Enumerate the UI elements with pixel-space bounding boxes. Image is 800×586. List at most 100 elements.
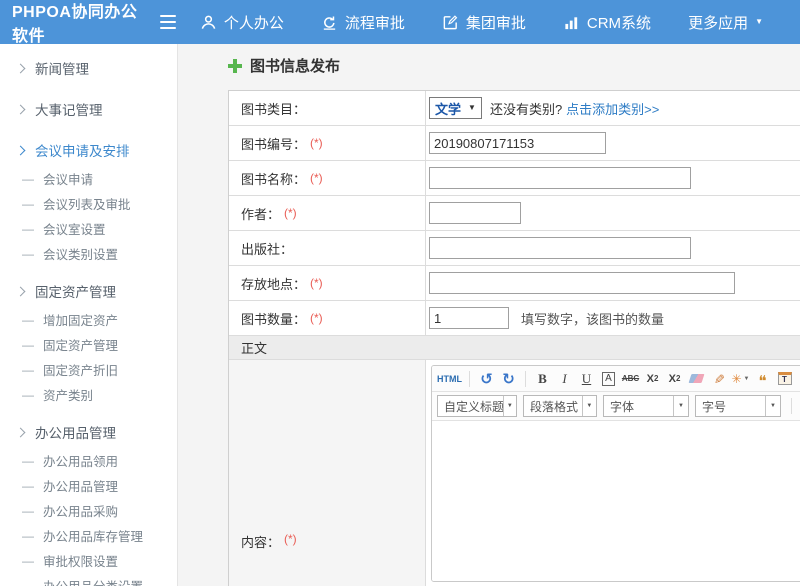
category-select[interactable]: 文学 ▼ [429, 97, 482, 119]
html-source-button[interactable]: HTML [437, 369, 462, 389]
dash-icon: — [22, 388, 34, 402]
book-publish-form: 图书类目： 文学 ▼ 还没有类别? 点击添加类别>> 图书编号： (*) [228, 90, 800, 586]
add-category-link[interactable]: 点击添加类别>> [566, 99, 659, 118]
quantity-hint: 填写数字，该图书的数量 [521, 309, 664, 328]
quantity-label: 图书数量： (*) [229, 301, 426, 335]
rich-text-editor: HTML ↺ ↻ B I U A ABC X2 X2 ✎ [431, 365, 800, 582]
sidebar-item-supplies-inventory[interactable]: —办公用品库存管理 [0, 523, 177, 548]
sidebar-item-meeting-apply[interactable]: —会议申请 [0, 166, 177, 191]
sidebar-item-supplies-classification[interactable]: —办公用品分类设置 [0, 573, 177, 586]
sidebar-item-label: 会议室设置 [43, 219, 106, 238]
caret-down-icon: ▼ [673, 396, 688, 416]
add-icon [228, 59, 242, 73]
dash-icon: — [22, 363, 34, 377]
sidebar-item-supplies-mgmt[interactable]: — 办公用品管理 [0, 473, 177, 498]
sidebar-item-label: 办公用品库存管理 [43, 526, 143, 545]
format-brush-button[interactable]: ✎ [709, 369, 729, 388]
dash-icon: — [22, 247, 34, 261]
dash-icon: — [22, 554, 34, 568]
bold-button[interactable]: B [533, 369, 552, 389]
sidebar-item-label: 资产类别 [43, 385, 93, 404]
sidebar-item-label: 固定资产管理 [35, 281, 116, 301]
dash-icon: — [22, 172, 34, 186]
caret-down-icon: ▼ [755, 18, 763, 26]
color-sparkle-icon: ✳ [731, 372, 741, 386]
sidebar-item-label: 办公用品管理 [35, 422, 116, 442]
publisher-input[interactable] [429, 237, 691, 259]
quantity-input[interactable] [429, 307, 509, 329]
chevron-right-icon [16, 63, 26, 73]
editor-toolbar-row1: HTML ↺ ↻ B I U A ABC X2 X2 ✎ [432, 366, 800, 392]
underline-button[interactable]: U [577, 369, 596, 389]
sidebar-item-supplies-purchase[interactable]: —办公用品采购 [0, 498, 177, 523]
menu-toggle-icon[interactable] [160, 11, 175, 33]
dash-icon: — [22, 313, 34, 327]
paragraph-format-select[interactable]: 段落格式 ▼ [523, 395, 597, 417]
editor-content-area[interactable] [432, 421, 800, 581]
location-label: 存放地点： (*) [229, 266, 426, 300]
sidebar-item-meeting-request[interactable]: 会议申请及安排 [0, 134, 177, 166]
category-hint: 还没有类别? [490, 99, 562, 118]
author-input[interactable] [429, 202, 521, 224]
crm-chart-icon [563, 14, 580, 31]
form-row-content: 内容： (*) HTML ↺ ↻ B I U A ABC [229, 360, 800, 586]
redo-icon[interactable]: ↻ [499, 369, 518, 389]
boxed-text-button[interactable]: A [599, 369, 618, 389]
content-label: 内容： (*) [229, 360, 426, 586]
nav-more-apps[interactable]: 更多应用 ▼ [688, 12, 763, 33]
required-mark: (*) [310, 311, 323, 325]
author-label: 作者： (*) [229, 196, 426, 230]
sidebar-item-asset-mgmt[interactable]: —固定资产管理 [0, 332, 177, 357]
sidebar-item-fixed-assets[interactable]: 固定资产管理 [0, 275, 177, 307]
toolbar-separator [469, 371, 470, 387]
publisher-label: 出版社： [229, 231, 426, 265]
dash-icon: — [22, 579, 34, 586]
chevron-right-icon [16, 286, 26, 296]
nav-group-approval[interactable]: 集团审批 [442, 12, 526, 33]
custom-heading-select[interactable]: 自定义标题 ▼ [437, 395, 517, 417]
book-code-input[interactable] [429, 132, 606, 154]
category-selected-value: 文学 [435, 99, 461, 118]
sidebar-item-meeting-list[interactable]: —会议列表及审批 [0, 191, 177, 216]
sidebar-item-approval-permission[interactable]: —审批权限设置 [0, 548, 177, 573]
font-family-select[interactable]: 字体 ▼ [603, 395, 689, 417]
nav-process-approval[interactable]: 流程审批 [321, 12, 405, 33]
sidebar-item-label: 办公用品管理 [43, 476, 118, 495]
chevron-right-icon [16, 427, 26, 437]
italic-button[interactable]: I [555, 369, 574, 389]
eraser-button[interactable] [687, 369, 706, 389]
paste-text-button[interactable]: T [775, 369, 794, 389]
sidebar-item-label: 增加固定资产 [43, 310, 118, 329]
dash-icon: — [22, 454, 34, 468]
sidebar-item-office-supplies[interactable]: 办公用品管理 [0, 416, 177, 448]
nav-personal-office[interactable]: 个人办公 [200, 12, 284, 33]
superscript-button[interactable]: X2 [643, 369, 662, 389]
form-row-location: 存放地点： (*) [229, 266, 800, 301]
form-row-quantity: 图书数量： (*) 填写数字，该图书的数量 [229, 301, 800, 336]
sidebar-item-label: 固定资产管理 [43, 335, 118, 354]
subscript-button[interactable]: X2 [665, 369, 684, 389]
undo-icon[interactable]: ↺ [477, 369, 496, 389]
blockquote-button[interactable]: ❝ [753, 369, 772, 389]
sidebar-item-asset-depreciation[interactable]: —固定资产折旧 [0, 357, 177, 382]
page-title: 图书信息发布 [228, 55, 340, 76]
dash-icon: — [22, 479, 34, 493]
sidebar-item-events-mgmt[interactable]: 大事记管理 [0, 93, 177, 125]
eraser-icon [689, 374, 705, 383]
font-size-select[interactable]: 字号 ▼ [695, 395, 781, 417]
editor-toolbar-row2: 自定义标题 ▼ 段落格式 ▼ 字体 ▼ 字号 ▼ [432, 392, 800, 421]
sidebar-item-news-mgmt[interactable]: 新闻管理 [0, 52, 177, 84]
sidebar-item-add-asset[interactable]: — 增加固定资产 [0, 307, 177, 332]
strikethrough-button[interactable]: ABC [621, 369, 640, 389]
sidebar-item-supplies-use[interactable]: —办公用品领用 [0, 448, 177, 473]
book-name-input[interactable] [429, 167, 691, 189]
sidebar-item-label: 大事记管理 [35, 99, 103, 119]
location-input[interactable] [429, 272, 735, 294]
nav-crm-system[interactable]: CRM系统 [563, 12, 651, 33]
nav-label: 个人办公 [224, 12, 284, 33]
sidebar-item-asset-category[interactable]: — 资产类别 [0, 382, 177, 407]
category-label: 图书类目： [229, 91, 426, 125]
sidebar-item-meeting-category[interactable]: —会议类别设置 [0, 241, 177, 266]
sidebar-item-meeting-room[interactable]: —会议室设置 [0, 216, 177, 241]
highlight-color-button[interactable]: ✳▼ [731, 369, 750, 389]
